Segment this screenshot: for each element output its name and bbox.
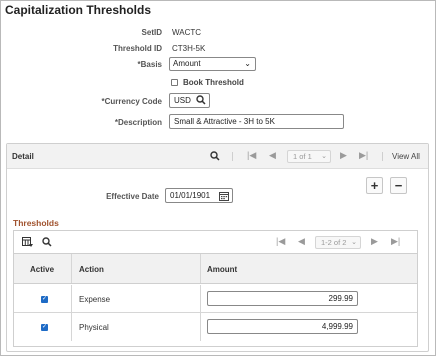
effective-date-input[interactable]: 01/01/1901 bbox=[165, 188, 233, 203]
book-threshold-label: Book Threshold bbox=[183, 78, 244, 87]
detail-title: Detail bbox=[12, 152, 34, 161]
thresholds-pager[interactable]: 1-2 of 2 ⌄ bbox=[315, 236, 361, 249]
view-all-link[interactable]: View All bbox=[392, 152, 420, 161]
effective-date-label: Effective Date bbox=[106, 192, 159, 201]
page-title: Capitalization Thresholds bbox=[5, 3, 152, 17]
column-divider bbox=[71, 285, 72, 312]
column-header-active: Active bbox=[30, 265, 55, 274]
action-cell: Physical bbox=[79, 323, 109, 332]
table-row: ✓ Physical 4,999.99 bbox=[14, 313, 417, 341]
basis-label: *Basis bbox=[137, 60, 162, 69]
column-divider bbox=[71, 313, 72, 341]
setid-value: WACTC bbox=[172, 28, 202, 37]
thresholds-pager-text: 1-2 of 2 bbox=[321, 238, 347, 247]
add-row-button[interactable]: + bbox=[366, 177, 383, 194]
calendar-icon[interactable] bbox=[219, 191, 229, 205]
description-input[interactable]: Small & Attractive - 3H to 5K bbox=[169, 114, 344, 129]
amount-input[interactable]: 4,999.99 bbox=[207, 319, 358, 334]
thresholds-title: Thresholds bbox=[13, 218, 59, 228]
divider bbox=[382, 152, 383, 161]
grid-header: Active Action Amount bbox=[14, 254, 417, 284]
grid-personalize-icon[interactable] bbox=[22, 237, 33, 249]
first-page-icon[interactable]: |◀ bbox=[247, 150, 256, 161]
action-cell: Expense bbox=[79, 295, 111, 304]
column-divider bbox=[200, 313, 201, 341]
search-icon[interactable] bbox=[196, 95, 206, 109]
threshold-id-label: Threshold ID bbox=[113, 44, 162, 53]
previous-icon[interactable]: ◀ bbox=[269, 150, 276, 161]
basis-select[interactable]: Amount ⌄ bbox=[169, 57, 256, 71]
next-icon[interactable]: ▶ bbox=[371, 236, 378, 247]
divider bbox=[232, 152, 233, 161]
chevron-down-icon: ⌄ bbox=[321, 153, 327, 160]
detail-pager[interactable]: 1 of 1 ⌄ bbox=[287, 150, 331, 163]
chevron-down-icon: ⌄ bbox=[244, 59, 251, 68]
chevron-down-icon: ⌄ bbox=[351, 239, 357, 246]
active-checkbox[interactable]: ✓ bbox=[41, 296, 48, 303]
thresholds-grid: |◀ ◀ 1-2 of 2 ⌄ ▶ ▶| Active Action Amoun… bbox=[13, 230, 418, 347]
first-page-icon[interactable]: |◀ bbox=[276, 236, 285, 247]
amount-input[interactable]: 299.99 bbox=[207, 291, 358, 306]
next-icon[interactable]: ▶ bbox=[340, 150, 347, 161]
currency-code-input[interactable]: USD bbox=[169, 93, 210, 108]
active-checkbox[interactable]: ✓ bbox=[41, 324, 48, 331]
last-page-icon[interactable]: ▶| bbox=[359, 150, 368, 161]
column-divider bbox=[200, 285, 201, 312]
currency-code-value: USD bbox=[174, 96, 191, 105]
previous-icon[interactable]: ◀ bbox=[298, 236, 305, 247]
column-header-amount: Amount bbox=[207, 265, 238, 274]
setid-label: SetID bbox=[141, 28, 162, 37]
column-divider bbox=[200, 254, 201, 283]
effective-date-value: 01/01/1901 bbox=[170, 191, 211, 200]
detail-pager-text: 1 of 1 bbox=[293, 152, 312, 161]
description-label: *Description bbox=[114, 118, 162, 127]
currency-code-label: *Currency Code bbox=[101, 97, 162, 106]
grid-toolbar: |◀ ◀ 1-2 of 2 ⌄ ▶ ▶| bbox=[14, 231, 417, 254]
search-icon[interactable] bbox=[42, 237, 52, 249]
threshold-id-value: CT3H-5K bbox=[172, 44, 206, 53]
last-page-icon[interactable]: ▶| bbox=[391, 236, 400, 247]
search-icon[interactable] bbox=[210, 151, 220, 163]
table-row: ✓ Expense 299.99 bbox=[14, 285, 417, 313]
basis-value: Amount bbox=[173, 59, 201, 68]
detail-header: Detail |◀ ◀ 1 of 1 ⌄ ▶ ▶| View All bbox=[7, 144, 428, 169]
column-header-action: Action bbox=[79, 265, 104, 274]
book-threshold-checkbox[interactable] bbox=[171, 79, 178, 86]
delete-row-button[interactable]: − bbox=[390, 177, 407, 194]
detail-section: Detail |◀ ◀ 1 of 1 ⌄ ▶ ▶| View All + − E… bbox=[6, 143, 429, 352]
column-divider bbox=[71, 254, 72, 283]
